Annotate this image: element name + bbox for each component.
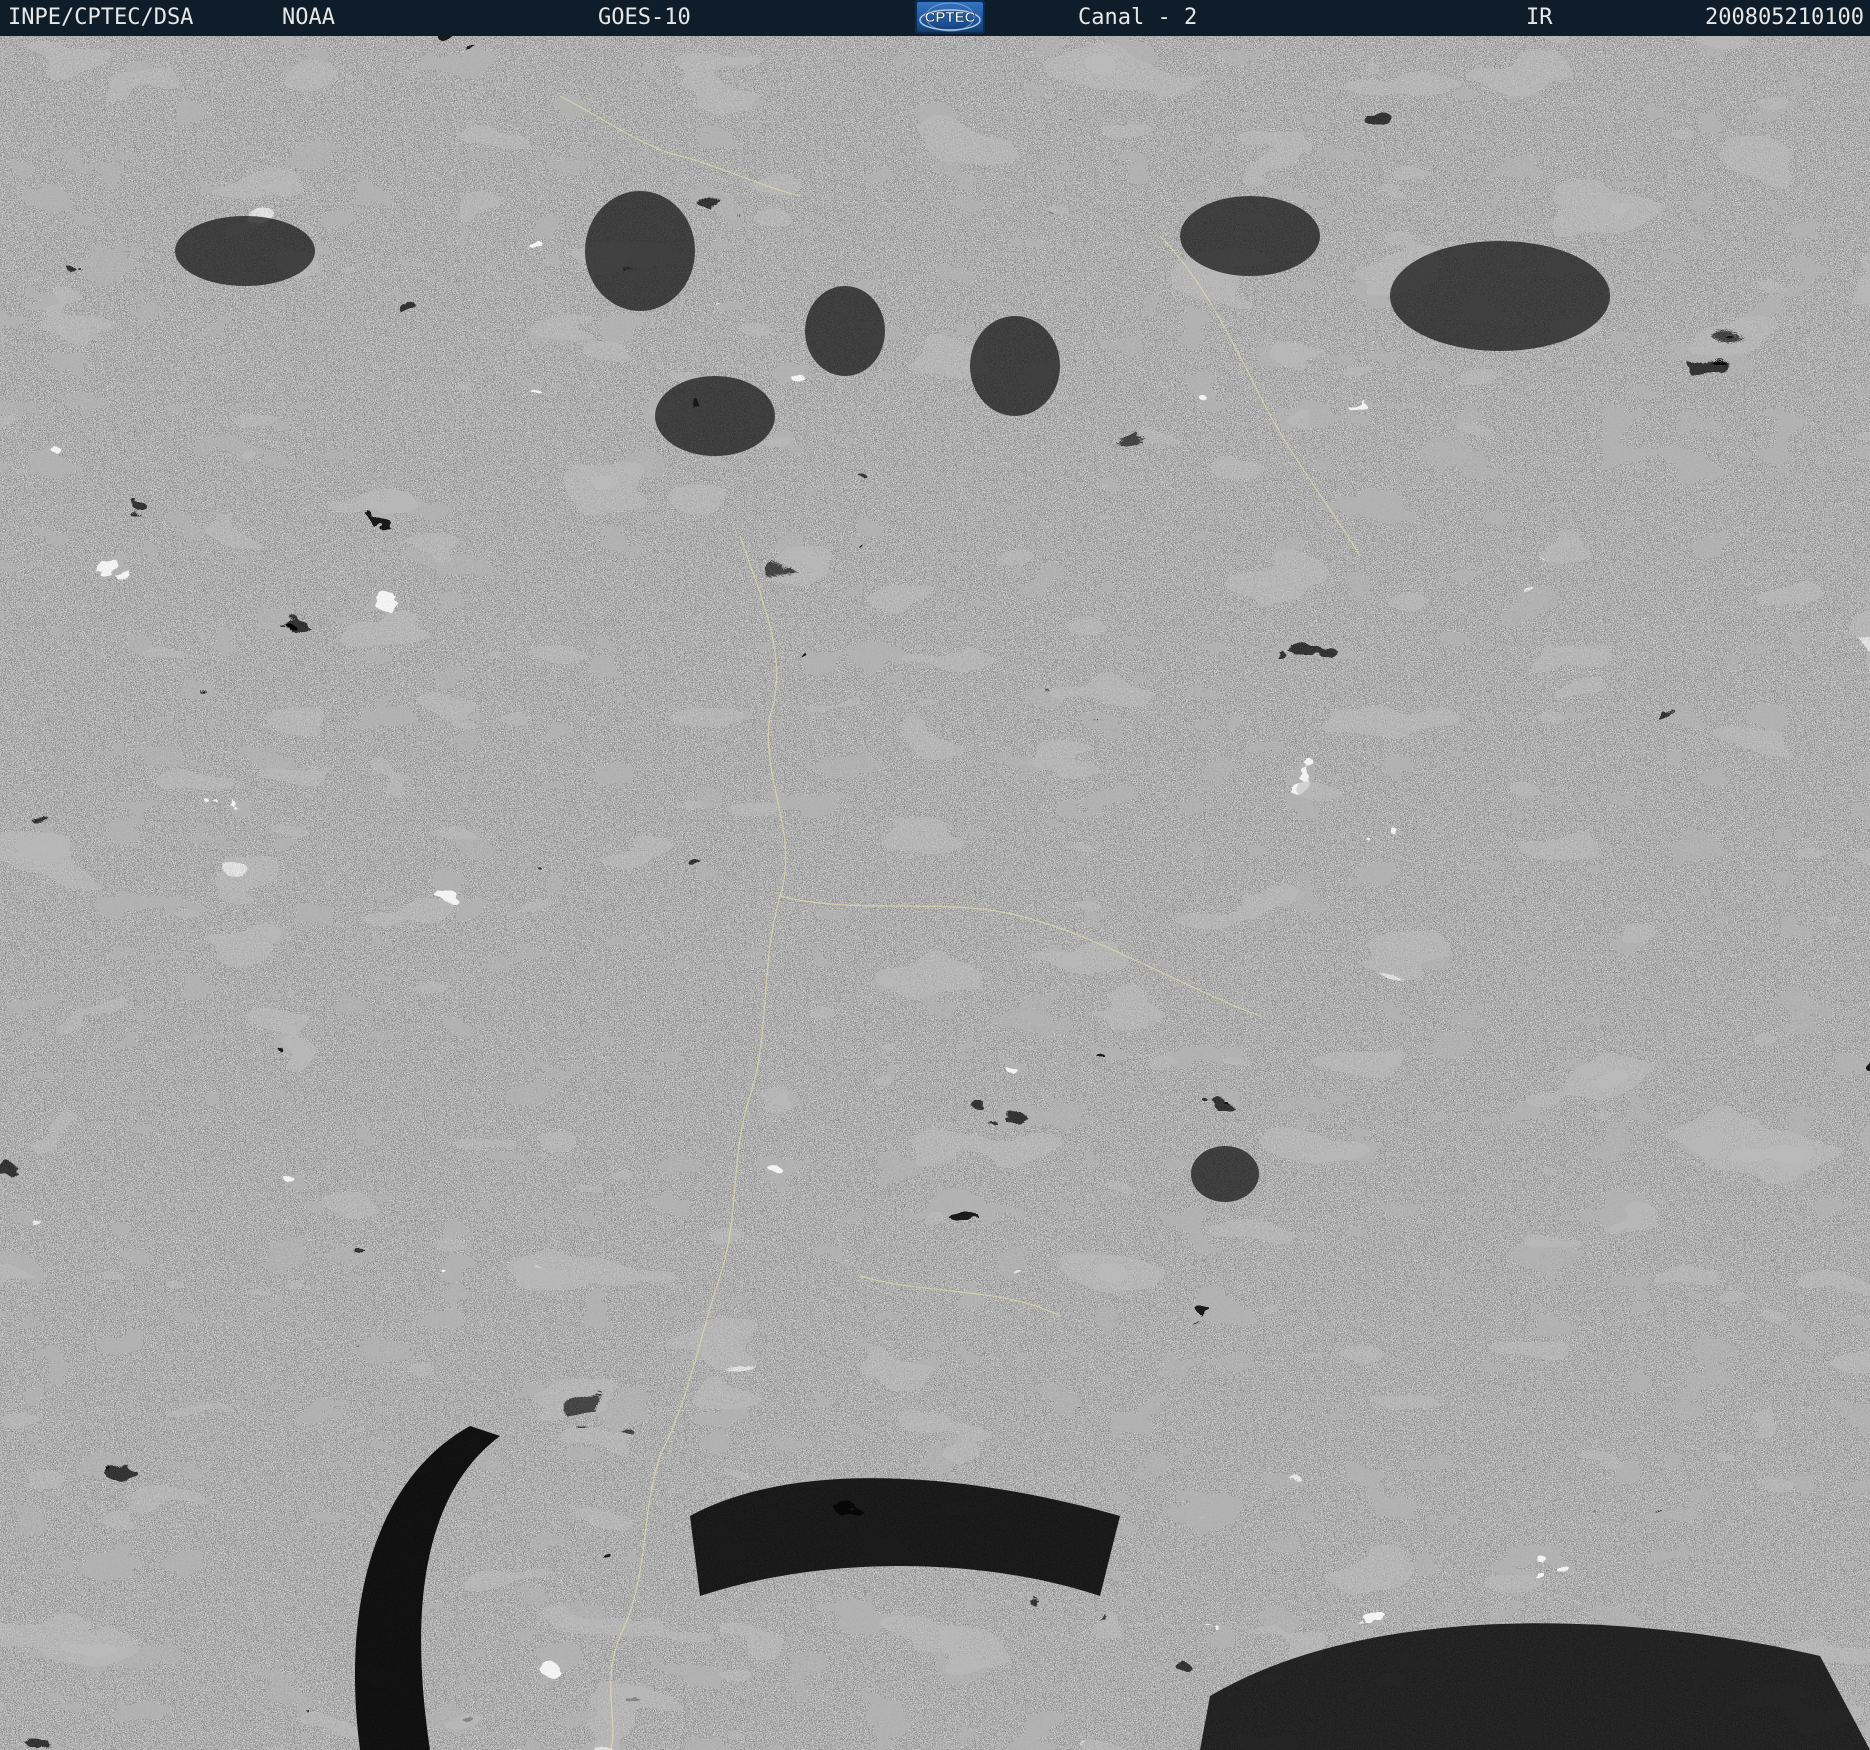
- channel-label: Canal - 2: [1078, 5, 1198, 30]
- organization-label: INPE/CPTEC/DSA: [8, 5, 194, 30]
- satellite-ir-image: [0, 36, 1870, 1750]
- band-label: IR: [1526, 5, 1553, 30]
- cptec-logo-icon: CPTEC: [915, 0, 985, 34]
- satellite-ir-image-icon: [0, 36, 1870, 1750]
- satellite-label: GOES-10: [598, 5, 691, 30]
- image-header-bar: INPE/CPTEC/DSA NOAA GOES-10 Canal - 2 IR…: [0, 0, 1870, 36]
- logo-text: CPTEC: [925, 9, 976, 26]
- cptec-logo-graphic: CPTEC: [919, 2, 981, 32]
- timestamp-label: 200805210100: [1705, 5, 1864, 30]
- agency-label: NOAA: [282, 5, 335, 30]
- satellite-viewer: INPE/CPTEC/DSA NOAA GOES-10 Canal - 2 IR…: [0, 0, 1870, 1750]
